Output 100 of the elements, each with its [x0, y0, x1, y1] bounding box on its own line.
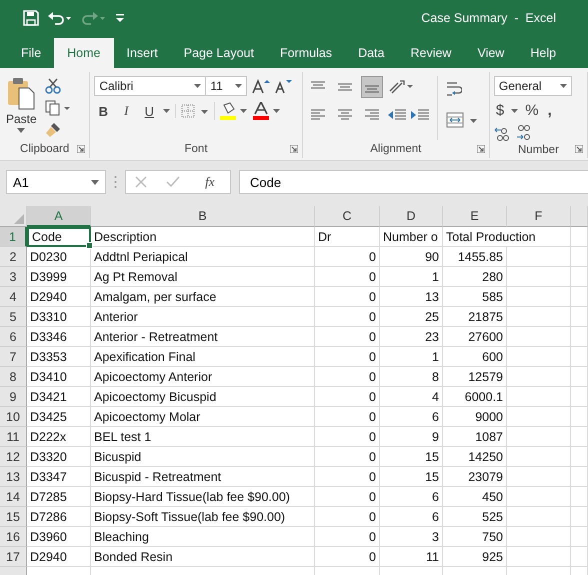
launcher-icon[interactable]	[77, 145, 86, 153]
table-cell: 6	[380, 407, 443, 427]
paste-button[interactable]: Paste	[4, 76, 39, 140]
percent-button[interactable]: %	[523, 102, 541, 119]
cut-icon[interactable]	[44, 78, 61, 94]
table-cell	[507, 287, 571, 307]
vertical-align-button[interactable]	[360, 76, 383, 98]
save-icon[interactable]	[23, 10, 39, 26]
table-cell: D3347	[27, 467, 91, 487]
font-size-field[interactable]: 11	[205, 76, 248, 96]
table-cell: 13	[380, 287, 443, 307]
table-cell: 4	[380, 387, 443, 407]
currency-button[interactable]: $	[494, 102, 506, 119]
row-header[interactable]: 1	[0, 227, 27, 247]
table-cell: 12579	[443, 367, 507, 387]
wrap-text-icon[interactable]	[446, 80, 462, 98]
row-header[interactable]: 16	[0, 527, 27, 547]
comma-button[interactable]: ,	[546, 102, 554, 119]
table-cell: 0	[315, 247, 380, 267]
column-header[interactable]: A	[27, 206, 91, 227]
row-header[interactable]: 14	[0, 487, 27, 507]
italic-button[interactable]: I	[117, 103, 136, 119]
format-painter-icon[interactable]	[44, 122, 61, 138]
table-cell: D3421	[27, 387, 91, 407]
name-box[interactable]: A1	[6, 170, 106, 194]
undo-icon[interactable]	[47, 10, 73, 26]
row-header[interactable]: 11	[0, 427, 27, 447]
bold-button[interactable]: B	[94, 104, 112, 118]
decrease-font-icon[interactable]	[275, 78, 294, 94]
row-header[interactable]: 15	[0, 507, 27, 527]
dropdown-icon[interactable]	[163, 109, 170, 113]
ribbon-tab[interactable]: Help	[517, 38, 570, 68]
row-header[interactable]: 17	[0, 547, 27, 567]
row-header[interactable]: 10	[0, 407, 27, 427]
decrease-indent-icon[interactable]	[388, 109, 406, 121]
row-header[interactable]: 9	[0, 387, 27, 407]
table-cell: 1	[380, 267, 443, 287]
ribbon-tab[interactable]: View	[464, 38, 518, 68]
table-cell: 23079	[443, 467, 507, 487]
table-cell: 9	[380, 427, 443, 447]
table-cell	[507, 447, 571, 467]
column-header[interactable]: D	[380, 206, 443, 227]
orientation-icon[interactable]	[388, 79, 414, 95]
table-cell	[507, 347, 571, 367]
column-header[interactable]: E	[443, 206, 507, 227]
ribbon-tab[interactable]: Review	[397, 38, 464, 68]
increase-font-icon[interactable]	[252, 78, 270, 94]
ribbon-tab[interactable]: File	[8, 38, 54, 68]
launcher-icon[interactable]	[575, 145, 583, 153]
table-cell: 90	[380, 247, 443, 267]
column-header[interactable]: F	[507, 206, 571, 227]
table-cell	[571, 367, 588, 387]
insert-function-button[interactable]: fx	[199, 173, 221, 191]
table-cell: Apicoectomy Molar	[91, 407, 315, 427]
copy-icon[interactable]	[44, 100, 71, 116]
underline-button[interactable]: U	[140, 104, 158, 118]
table-cell	[507, 367, 571, 387]
row-header[interactable]: 13	[0, 467, 27, 487]
grip-icon	[114, 175, 117, 189]
row-header[interactable]: 2	[0, 247, 27, 267]
row-header[interactable]: 12	[0, 447, 27, 467]
table-cell: Addtnl Periapical	[91, 247, 315, 267]
table-cell: Description	[91, 227, 315, 247]
increase-decimal-icon[interactable]	[494, 125, 510, 141]
formula-input[interactable]: Code	[239, 170, 588, 194]
customize-icon[interactable]	[115, 12, 125, 24]
ribbon-tab[interactable]: Insert	[114, 38, 171, 68]
group-label: Alignment	[370, 143, 422, 155]
caret-icon	[17, 128, 26, 133]
fill-color-icon[interactable]	[214, 102, 248, 120]
fill-handle[interactable]	[86, 242, 93, 249]
table-cell: D222x	[27, 427, 91, 447]
font-color-icon[interactable]	[253, 102, 282, 120]
row-header[interactable]: 8	[0, 367, 27, 387]
ribbon-tab[interactable]: Formulas	[266, 38, 346, 68]
column-header[interactable]: B	[91, 206, 315, 227]
row-header[interactable]: 6	[0, 327, 27, 347]
font-name-field[interactable]: Calibri	[94, 76, 206, 96]
number-format-field[interactable]: General	[494, 76, 572, 96]
row-header[interactable]: 4	[0, 287, 27, 307]
merge-cells-icon[interactable]	[446, 112, 478, 128]
borders-icon[interactable]	[175, 104, 210, 118]
dropdown-icon[interactable]	[511, 108, 518, 112]
table-cell: 3	[380, 527, 443, 547]
launcher-icon[interactable]	[476, 145, 485, 153]
ribbon-tab[interactable]: Data	[345, 38, 398, 68]
increase-indent-icon[interactable]	[410, 109, 429, 121]
table-cell	[571, 547, 588, 567]
table-cell: 25	[380, 307, 443, 327]
table-cell: 600	[443, 347, 507, 367]
launcher-icon[interactable]	[290, 145, 298, 153]
column-header[interactable]: C	[315, 206, 380, 227]
decrease-decimal-icon[interactable]	[514, 125, 531, 141]
row-header[interactable]: 5	[0, 307, 27, 327]
row-header[interactable]: 3	[0, 267, 27, 287]
ribbon-tab[interactable]: Home	[54, 38, 114, 68]
ribbon-tab[interactable]: Page Layout	[170, 38, 267, 68]
table-cell	[571, 507, 588, 527]
table-cell: D3310	[27, 307, 91, 327]
row-header[interactable]: 7	[0, 347, 27, 367]
